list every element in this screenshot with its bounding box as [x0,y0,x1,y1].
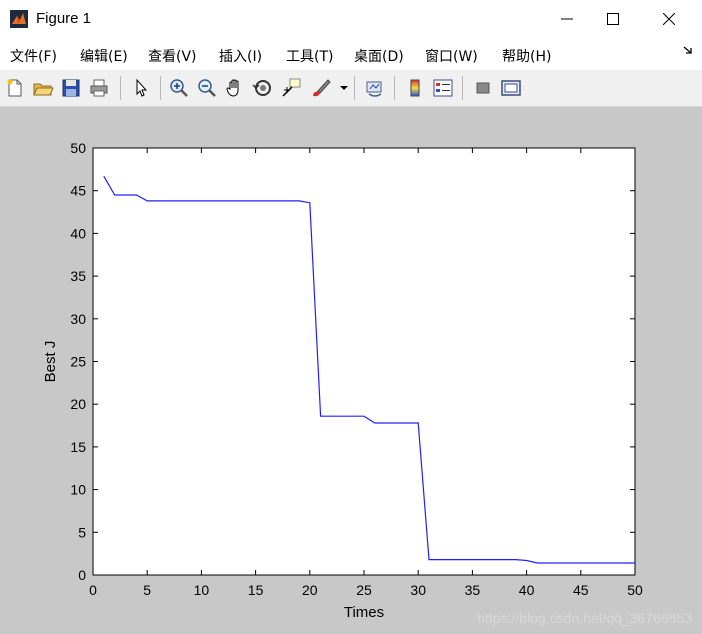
x-tick-label: 45 [573,582,589,598]
y-tick-label: 40 [70,225,86,241]
plot-background [93,148,635,575]
toolbar-separator [462,76,463,100]
y-tick-label: 5 [78,524,86,540]
brush-icon[interactable] [310,77,332,99]
toolbar-separator [394,76,395,100]
toolbar-separator [354,76,355,100]
menu-view[interactable]: 查看(V) [148,46,197,66]
new-figure-icon[interactable] [4,77,26,99]
hide-plot-tools-icon[interactable] [472,77,494,99]
y-tick-label: 25 [70,354,86,370]
brush-dropdown-icon[interactable] [340,84,348,92]
maximize-icon [607,13,619,25]
legend-icon[interactable] [432,77,454,99]
maximize-button[interactable] [586,0,640,38]
zoom-in-icon[interactable] [168,77,190,99]
close-icon [663,13,675,25]
watermark-text: https://blog.csdn.net/qq_36766853 [477,610,692,626]
x-tick-label: 20 [302,582,318,598]
x-tick-label: 40 [519,582,535,598]
pan-hand-icon[interactable] [224,77,246,99]
menu-desktop[interactable]: 桌面(D) [354,46,404,66]
y-tick-label: 45 [70,183,86,199]
figure-window: Figure 1 文件(F) 编辑(E) 查看(V) 插入(I) 工具(T) 桌… [0,0,702,634]
minimize-icon [561,18,573,20]
toolbar [0,70,702,107]
window-title: Figure 1 [36,10,92,27]
y-tick-label: 10 [70,482,86,498]
x-tick-label: 25 [356,582,372,598]
y-tick-label: 20 [70,396,86,412]
y-tick-label: 15 [70,439,86,455]
title-bar: Figure 1 [0,0,702,38]
rotate-3d-icon[interactable] [252,77,274,99]
menu-dock-arrow-icon[interactable] [682,44,694,56]
data-cursor-icon[interactable] [280,77,302,99]
y-tick-label: 0 [78,567,86,583]
menu-bar: 文件(F) 编辑(E) 查看(V) 插入(I) 工具(T) 桌面(D) 窗口(W… [0,38,702,70]
print-icon[interactable] [88,77,110,99]
y-tick-label: 50 [70,140,86,156]
figure-canvas: 0 5 10 15 20 25 30 35 40 45 50 0 5 10 15 20 25 30 35 40 45 50… [0,107,702,634]
toolbar-separator [160,76,161,100]
x-tick-label: 30 [410,582,426,598]
colorbar-icon[interactable] [404,77,426,99]
x-tick-label: 5 [143,582,151,598]
menu-window[interactable]: 窗口(W) [425,46,478,66]
menu-insert[interactable]: 插入(I) [219,46,262,66]
plot-axes[interactable]: 0 5 10 15 20 25 30 35 40 45 50 0 5 10 15 20 25 30 35 40 45 50… [0,107,702,634]
menu-edit[interactable]: 编辑(E) [80,46,128,66]
zoom-out-icon[interactable] [196,77,218,99]
x-tick-label: 0 [89,582,97,598]
y-tick-label: 35 [70,268,86,284]
menu-tools[interactable]: 工具(T) [286,46,333,66]
menu-file[interactable]: 文件(F) [10,46,57,66]
save-icon[interactable] [60,77,82,99]
toolbar-separator [120,76,121,100]
close-button[interactable] [642,0,696,38]
show-plot-tools-icon[interactable] [500,77,522,99]
x-tick-label: 50 [627,582,643,598]
x-tick-label: 15 [248,582,264,598]
x-tick-label: 10 [194,582,210,598]
x-tick-label: 35 [465,582,481,598]
open-file-icon[interactable] [32,77,54,99]
link-plot-icon[interactable] [364,77,386,99]
select-arrow-icon[interactable] [130,77,152,99]
x-axis-label: Times [344,604,384,621]
menu-help[interactable]: 帮助(H) [502,46,551,66]
matlab-logo-icon [10,10,28,28]
y-tick-label: 30 [70,311,86,327]
y-axis-label: Best J [42,341,59,383]
